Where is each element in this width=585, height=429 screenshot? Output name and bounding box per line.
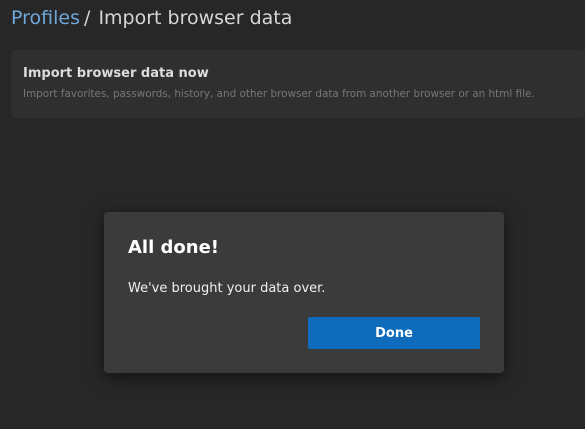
dialog-message: We've brought your data over. xyxy=(128,281,326,296)
import-card-title: Import browser data now xyxy=(23,66,209,81)
breadcrumb-profiles-link[interactable]: Profiles xyxy=(11,7,80,29)
dialog-title: All done! xyxy=(128,237,220,258)
import-complete-dialog: All done! We've brought your data over. … xyxy=(104,212,504,373)
page-title: Import browser data xyxy=(98,7,293,29)
import-card-description: Import favorites, passwords, history, an… xyxy=(23,88,535,100)
breadcrumb: Profiles / Import browser data xyxy=(11,5,292,31)
import-browser-data-card[interactable]: Import browser data now Import favorites… xyxy=(11,50,585,118)
done-button[interactable]: Done xyxy=(308,317,480,349)
breadcrumb-separator: / xyxy=(83,7,91,29)
settings-page: Profiles / Import browser data Import bro… xyxy=(0,0,585,429)
